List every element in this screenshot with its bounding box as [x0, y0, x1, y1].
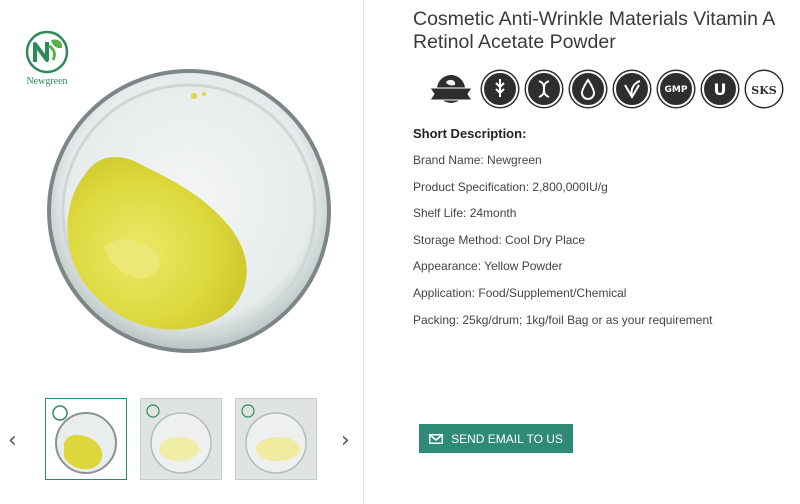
appearance-row: Appearance: Yellow Powder [413, 259, 563, 274]
chevron-left-icon[interactable]: ‹ [8, 428, 17, 453]
thumbnail-image [241, 404, 307, 474]
shelf-life-row: Shelf Life: 24month [413, 206, 517, 221]
natural-ingredients-icon [429, 75, 473, 103]
thumbnail-3[interactable] [235, 398, 317, 480]
packing-row: Packing: 25kg/drum; 1kg/foil Bag or as y… [413, 312, 713, 327]
thumbnail-1[interactable] [45, 398, 127, 480]
gluten-free-icon [482, 71, 518, 107]
thumbnail-2[interactable] [140, 398, 222, 480]
send-email-label: SEND EMAIL TO US [451, 431, 563, 446]
application-row: Application: Food/Supplement/Chemical [413, 285, 627, 300]
petri-dish-image [47, 69, 331, 353]
send-email-button[interactable]: SEND EMAIL TO US [419, 424, 573, 453]
certification-badges: GMP U SKS [429, 71, 788, 115]
sks-kosher-icon: SKS [746, 71, 782, 107]
kosher-icon: U [702, 71, 738, 107]
svg-text:U: U [714, 80, 727, 99]
no-additives-icon [570, 71, 606, 107]
product-title: Cosmetic Anti-Wrinkle Materials Vitamin … [413, 8, 775, 53]
vegan-friendly-icon [614, 71, 650, 107]
non-gmo-icon [526, 71, 562, 107]
thumbnail-strip: ‹ › [0, 396, 364, 486]
svg-text:SKS: SKS [751, 84, 777, 97]
thumbnail-image [146, 404, 212, 474]
main-product-image[interactable]: Newgreen [6, 8, 360, 383]
specification-row: Product Specification: 2,800,000IU/g [413, 179, 608, 194]
brand-name-row: Brand Name: Newgreen [413, 153, 542, 167]
chevron-right-icon[interactable]: › [341, 428, 350, 453]
product-gallery: Newgreen ‹ › [0, 0, 364, 504]
product-info: Cosmetic Anti-Wrinkle Materials Vitamin … [364, 0, 800, 504]
short-description: Short Description: Brand Name: Newgreen … [413, 126, 793, 338]
mail-icon [429, 433, 444, 444]
svg-text:GMP: GMP [665, 85, 688, 95]
gmp-icon: GMP [658, 71, 694, 107]
thumbnail-image [52, 405, 117, 474]
short-description-heading: Short Description: [413, 126, 527, 141]
storage-method-row: Storage Method: Cool Dry Place [413, 232, 586, 247]
